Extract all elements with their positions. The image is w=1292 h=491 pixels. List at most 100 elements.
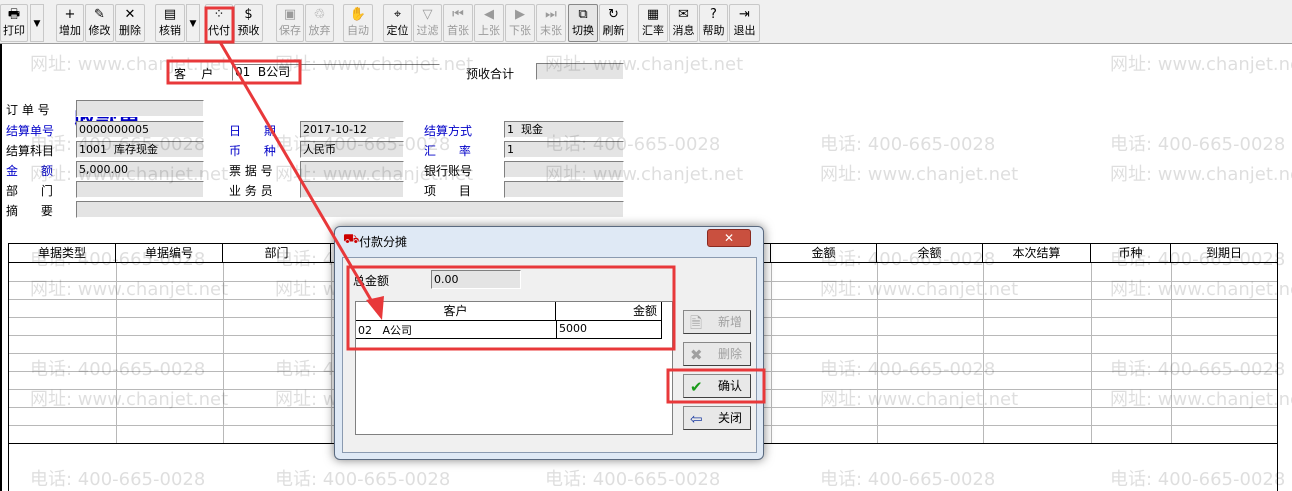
- prepaid-total-label: 预收合计: [466, 67, 515, 81]
- switch-icon: ⧉: [578, 7, 588, 22]
- toolbar: 🖶 打印 + 增加 ✎ 修改 ✕ 删除 ▤ 核销 ⁘ 代付 $ 预收 ▣ 保存 ♲ 放弃 ✋ 自动 ⌖ 定位 ▽ 过滤 ⏮ 首张 ◀…: [0, 0, 1292, 44]
- dept-field[interactable]: [76, 181, 204, 198]
- column-header[interactable]: 单据编号: [116, 244, 223, 263]
- toolbar-label: 消息: [672, 24, 695, 37]
- settle-no-field[interactable]: 0000000005: [76, 121, 204, 138]
- toolbar-label: 自动: [347, 24, 369, 37]
- toolbar-label: 下张: [509, 24, 531, 37]
- rate-field[interactable]: 1: [504, 141, 624, 158]
- toolbar-button-13[interactable]: ◀ 上张: [474, 4, 504, 42]
- dialog-close-button[interactable]: ✕: [707, 229, 751, 247]
- confirm-button[interactable]: ✔ 确认: [683, 374, 751, 398]
- add-doc-icon: 🗎: [690, 314, 703, 332]
- rate-label: 汇 率: [424, 144, 471, 158]
- delete-button[interactable]: ✖ 删除: [683, 342, 751, 366]
- order-no-label: 订 单 号: [6, 103, 50, 117]
- project-field[interactable]: [504, 181, 624, 198]
- toolbar-button-19[interactable]: ✉ 消息: [669, 4, 698, 42]
- total-amount-label: 总金额: [353, 274, 390, 288]
- printer-icon: 🖶: [7, 7, 21, 22]
- bank-account-label: 银行账号: [424, 164, 473, 178]
- bill-no-field[interactable]: [300, 161, 404, 178]
- column-amount: 金额: [556, 302, 662, 321]
- toolbar-label: 修改: [88, 24, 111, 37]
- toolbar-button-6[interactable]: $ 预收: [234, 4, 263, 42]
- toolbar-button-3[interactable]: ✕ 删除: [115, 4, 145, 42]
- add-doc-icon: +: [64, 7, 76, 22]
- dropdown-arrow-icon[interactable]: ▼: [30, 4, 44, 42]
- bank-account-field[interactable]: [504, 161, 624, 178]
- currency-field[interactable]: 人民币: [300, 141, 404, 158]
- toolbar-button-11[interactable]: ▽ 过滤: [413, 4, 442, 42]
- prev-icon: ◀: [484, 7, 494, 22]
- prepay-icon: $: [244, 7, 253, 22]
- toolbar-button-18[interactable]: ▦ 汇率: [638, 4, 668, 42]
- date-label: 日 期: [229, 124, 276, 138]
- memo-field[interactable]: [76, 201, 624, 218]
- toolbar-label: 刷新: [602, 24, 625, 37]
- account-field[interactable]: 1001 库存现金: [76, 141, 204, 158]
- toolbar-button-17[interactable]: ↻ 刷新: [599, 4, 628, 42]
- delete-icon: ✕: [124, 7, 136, 22]
- toolbar-button-7[interactable]: ▣ 保存: [276, 4, 304, 42]
- toolbar-button-21[interactable]: ⇥ 退出: [729, 4, 760, 42]
- order-no-field[interactable]: [76, 100, 204, 117]
- column-header[interactable]: 部门: [223, 244, 331, 263]
- add-button[interactable]: 🗎 新增: [683, 310, 751, 334]
- exit-icon: ⇥: [739, 7, 750, 22]
- toolbar-label: 过滤: [416, 24, 439, 37]
- column-header[interactable]: 金额: [771, 244, 877, 263]
- toolbar-button-8[interactable]: ♲ 放弃: [305, 4, 334, 42]
- toolbar-button-4[interactable]: ▤ 核销: [155, 4, 185, 42]
- confirm-label: 确认: [718, 379, 743, 393]
- toolbar-label: 增加: [59, 24, 81, 37]
- settle-no-label: 结算单号: [6, 124, 55, 138]
- save-icon: ▣: [283, 7, 297, 22]
- message-icon: ✉: [678, 7, 689, 22]
- toolbar-label: 预收: [237, 24, 260, 37]
- salesman-label: 业 务 员: [229, 184, 273, 198]
- customer-label: 客 户: [174, 67, 214, 81]
- column-header[interactable]: 单据类型: [9, 244, 116, 263]
- dialog-title: 付款分摊: [359, 235, 408, 249]
- column-header[interactable]: 余额: [877, 244, 983, 263]
- toolbar-button-16[interactable]: ⧉ 切换: [568, 4, 598, 42]
- toolbar-label: 末张: [540, 24, 562, 37]
- salesman-field[interactable]: [300, 181, 404, 198]
- discard-icon: ♲: [313, 7, 326, 22]
- toolbar-button-20[interactable]: ? 帮助: [699, 4, 728, 42]
- refresh-icon: ↻: [608, 7, 619, 22]
- toolbar-button-2[interactable]: ✎ 修改: [85, 4, 114, 42]
- toolbar-button-0[interactable]: 🖶 打印: [0, 4, 28, 42]
- locate-icon: ⌖: [393, 7, 402, 22]
- dialog-app-icon: ⛟: [343, 232, 360, 247]
- customer-input[interactable]: 01 B公司: [232, 64, 440, 81]
- toolbar-button-1[interactable]: + 增加: [56, 4, 84, 42]
- filter-icon: ▽: [422, 7, 433, 22]
- toolbar-label: 删除: [119, 24, 141, 37]
- amount-field[interactable]: 5,000.00: [76, 161, 204, 178]
- last-icon: ⏭: [545, 7, 557, 22]
- column-header[interactable]: 币种: [1091, 244, 1171, 263]
- close-label: 关闭: [718, 411, 743, 425]
- toolbar-button-5[interactable]: ⁘ 代付: [205, 4, 233, 42]
- toolbar-label: 退出: [733, 24, 756, 37]
- toolbar-button-12[interactable]: ⏮ 首张: [443, 4, 473, 42]
- column-header[interactable]: 到期日: [1171, 244, 1278, 263]
- dropdown-arrow-icon[interactable]: ▼: [186, 4, 200, 42]
- column-customer: 客户: [356, 302, 556, 321]
- toolbar-label: 代付: [208, 24, 230, 37]
- close-button[interactable]: ⇦ 关闭: [683, 406, 751, 430]
- settle-method-field[interactable]: 1 现金: [504, 121, 624, 138]
- date-field[interactable]: 2017-10-12: [300, 121, 404, 138]
- toolbar-label: 帮助: [702, 24, 725, 37]
- toolbar-button-10[interactable]: ⌖ 定位: [383, 4, 412, 42]
- delete-label: 删除: [718, 347, 743, 361]
- toolbar-button-9[interactable]: ✋ 自动: [343, 4, 373, 42]
- exit-door-icon: ⇦: [690, 410, 703, 428]
- column-header[interactable]: 本次结算: [983, 244, 1091, 263]
- table-row[interactable]: 02 A公司 5000: [356, 321, 662, 339]
- toolbar-button-14[interactable]: ▶ 下张: [505, 4, 535, 42]
- allocation-table[interactable]: 客户 金额 02 A公司 5000: [355, 301, 673, 435]
- toolbar-button-15[interactable]: ⏭ 末张: [536, 4, 566, 42]
